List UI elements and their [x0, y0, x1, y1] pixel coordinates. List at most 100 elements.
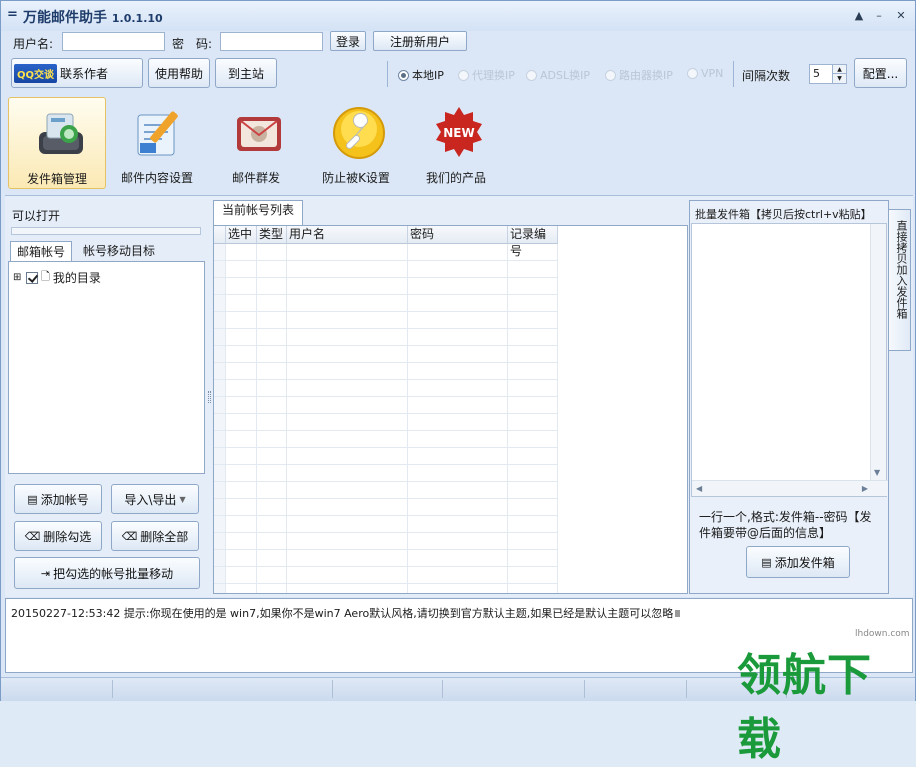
title-bar: = 万能邮件助手 1.0.1.10 ▲ – ✕: [1, 1, 915, 31]
stepper-down-icon[interactable]: ▼: [832, 74, 846, 83]
col-header-record-no[interactable]: 记录编号: [508, 226, 558, 258]
accounts-grid: 选中 类型 用户名 密码 记录编号: [213, 225, 688, 594]
window-title: 万能邮件助手 1.0.1.10: [23, 7, 163, 27]
delete-checked-button[interactable]: ⌫ 删除勾选: [14, 521, 102, 551]
status-cell: [113, 680, 333, 698]
tile-anti-ban-label: 防止被K设置: [322, 171, 390, 185]
password-label: 密 码:: [172, 37, 213, 51]
mass-mail-icon: [237, 117, 281, 151]
table-row: [214, 295, 558, 312]
status-cell: [1, 680, 113, 698]
table-row: [214, 550, 558, 567]
register-button[interactable]: 注册新用户: [373, 31, 467, 51]
tree-checkbox[interactable]: [26, 271, 38, 284]
tile-mail-content[interactable]: 邮件内容设置: [108, 97, 206, 189]
tab-current-accounts[interactable]: 当前帐号列表: [213, 200, 304, 225]
add-account-icon: ▤: [27, 492, 38, 506]
main-site-button[interactable]: 到主站: [215, 58, 277, 88]
tab-mailbox-accounts[interactable]: 邮箱帐号: [10, 241, 73, 261]
horizontal-scrollbar[interactable]: ◀ ▶: [692, 480, 888, 496]
grid-corner: [214, 226, 226, 244]
config-button[interactable]: 配置...: [854, 58, 907, 88]
col-header-selected[interactable]: 选中: [226, 226, 257, 244]
radio-vpn[interactable]: VPN: [687, 67, 723, 80]
delete-all-label: 删除全部: [140, 529, 189, 544]
window-title-text: 万能邮件助手: [23, 10, 107, 26]
bulk-outbox-textarea[interactable]: ▼ ◀ ▶: [691, 223, 888, 497]
delete-all-button[interactable]: ⌫ 删除全部: [111, 521, 199, 551]
table-row: [214, 278, 558, 295]
status-cell: [585, 680, 687, 698]
system-menu-icon[interactable]: =: [7, 7, 18, 22]
radio-proxy-ip[interactable]: 代理换IP: [458, 67, 515, 83]
scroll-down-icon[interactable]: ▼: [874, 468, 880, 477]
collapse-icon[interactable]: ▲: [851, 9, 867, 23]
login-button[interactable]: 登录: [330, 31, 366, 51]
radio-local-ip-label: 本地IP: [412, 69, 444, 82]
add-account-label: 添加帐号: [40, 492, 89, 507]
col-header-username[interactable]: 用户名: [287, 226, 408, 244]
scroll-right-icon[interactable]: ▶: [862, 484, 868, 493]
table-row: [214, 380, 558, 397]
batch-move-button[interactable]: ⇥ 把勾选的帐号批量移动: [14, 557, 200, 589]
radio-vpn-label: VPN: [701, 67, 724, 80]
outbox-format-hint: 一行一个,格式:发件箱--密码【发件箱要带@后面的信息】: [699, 510, 872, 540]
watermark-url: lhdown.com: [855, 629, 910, 639]
svg-text:NEW: NEW: [443, 126, 474, 140]
add-outbox-button[interactable]: ▤ 添加发件箱: [746, 546, 850, 578]
radio-adsl-ip-dot: [526, 69, 537, 81]
table-row: [214, 397, 558, 414]
table-row: [214, 499, 558, 516]
table-row: [214, 533, 558, 550]
add-outbox-label: 添加发件箱: [774, 555, 835, 570]
tile-mail-content-label: 邮件内容设置: [120, 171, 193, 185]
password-input[interactable]: [220, 32, 323, 51]
minimize-icon[interactable]: –: [871, 9, 887, 23]
status-cell: [333, 680, 443, 698]
username-input[interactable]: [62, 32, 165, 51]
qq-logo-icon: QQ交谈: [14, 63, 58, 83]
document-icon: 🗋: [41, 270, 50, 283]
col-header-password[interactable]: 密码: [408, 226, 508, 244]
table-row: [214, 482, 558, 499]
vertical-scrollbar[interactable]: ▼: [870, 224, 886, 480]
scroll-left-icon[interactable]: ◀: [696, 484, 702, 493]
open-progress-bar: [11, 227, 201, 235]
radio-router-ip-dot: [605, 69, 616, 81]
bulk-outbox-header: 批量发件箱【拷贝后按ctrl+v粘贴】: [695, 208, 872, 221]
text-cursor-icon: [675, 610, 681, 617]
wrench-icon: [333, 107, 385, 159]
side-tab-label: 直接拷贝加入发件箱: [895, 220, 908, 319]
add-outbox-icon: ▤: [761, 555, 772, 569]
tile-mailbox-manage[interactable]: 发件箱管理: [8, 97, 106, 189]
table-row: [214, 414, 558, 431]
interval-stepper[interactable]: 5 ▲ ▼: [809, 64, 847, 84]
table-row: [214, 312, 558, 329]
add-account-button[interactable]: ▤ 添加帐号: [14, 484, 102, 514]
help-button[interactable]: 使用帮助: [148, 58, 210, 88]
table-row: [214, 363, 558, 380]
radio-adsl-ip[interactable]: ADSL换IP: [526, 67, 590, 83]
radio-router-ip[interactable]: 路由器换IP: [605, 67, 673, 83]
tab-copy-to-outbox[interactable]: 直接拷贝加入发件箱: [889, 209, 911, 351]
splitter-handle[interactable]: [208, 391, 211, 403]
table-row: [214, 244, 558, 261]
open-label: 可以打开: [12, 209, 61, 223]
close-icon[interactable]: ✕: [893, 9, 909, 23]
expand-icon[interactable]: ⊞: [13, 272, 23, 283]
dropdown-arrow-icon: ▼: [179, 494, 186, 504]
stepper-up-icon[interactable]: ▲: [832, 65, 846, 74]
tree-node-root[interactable]: ⊞ 🗋 我的目录: [13, 268, 101, 287]
col-header-type[interactable]: 类型: [257, 226, 287, 244]
contact-author-button[interactable]: QQ交谈 联系作者: [11, 58, 143, 88]
new-badge-icon: NEW: [436, 107, 482, 157]
table-row: [214, 516, 558, 533]
tab-move-target[interactable]: 帐号移动目标: [77, 241, 161, 261]
tile-mass-mail[interactable]: 邮件群发: [207, 97, 305, 189]
watermark-logo: 领航下载: [737, 650, 872, 765]
import-export-button[interactable]: 导入\导出 ▼: [111, 484, 199, 514]
tile-products[interactable]: NEW 我们的产品: [407, 97, 505, 189]
tile-anti-ban[interactable]: 防止被K设置: [307, 97, 405, 189]
eraser-icon-2: ⌫: [121, 529, 138, 543]
radio-local-ip[interactable]: 本地IP: [398, 67, 444, 83]
